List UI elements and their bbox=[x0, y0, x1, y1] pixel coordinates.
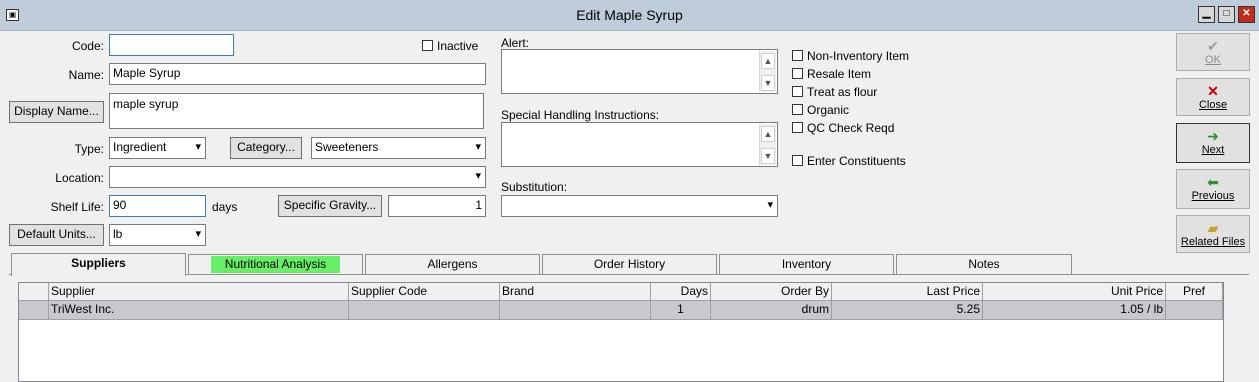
special-handling-label: Special Handling Instructions: bbox=[501, 108, 660, 122]
special-handling-scrollbar[interactable]: ▲ ▼ bbox=[759, 124, 776, 165]
default-units-button[interactable]: Default Units... bbox=[9, 224, 104, 246]
enter-constituents-checkbox[interactable] bbox=[792, 155, 803, 166]
tab-strip-line bbox=[9, 274, 1249, 275]
code-label: Code: bbox=[71, 39, 104, 53]
scroll-down-icon[interactable]: ▼ bbox=[761, 75, 775, 91]
display-name-button[interactable]: Display Name... bbox=[9, 101, 104, 123]
window-close-button[interactable]: ✕ bbox=[1238, 6, 1255, 23]
table-cell-last-price[interactable]: 5.25 bbox=[832, 301, 983, 320]
category-button[interactable]: Category... bbox=[230, 137, 302, 159]
specific-gravity-button[interactable]: Specific Gravity... bbox=[278, 195, 382, 217]
column-header-pref[interactable]: Pref bbox=[1166, 283, 1223, 301]
table-cell-brand[interactable] bbox=[500, 301, 651, 320]
inactive-checkbox[interactable] bbox=[422, 40, 433, 51]
organic-label: Organic bbox=[807, 103, 850, 117]
row-selector[interactable] bbox=[19, 301, 49, 320]
scroll-up-icon[interactable]: ▲ bbox=[761, 53, 775, 69]
alert-scrollbar[interactable]: ▲ ▼ bbox=[759, 51, 776, 92]
ok-button[interactable]: ✔ OK bbox=[1176, 33, 1250, 71]
qc-check-label: QC Check Reqd bbox=[807, 121, 895, 135]
qc-check-checkbox[interactable] bbox=[792, 122, 803, 133]
scroll-up-icon[interactable]: ▲ bbox=[761, 126, 775, 142]
resale-item-label: Resale Item bbox=[807, 67, 872, 81]
substitution-select[interactable]: ▾ bbox=[501, 195, 778, 217]
default-units-select[interactable]: lb ▾ bbox=[109, 224, 206, 246]
special-handling-textarea[interactable]: ▲ ▼ bbox=[501, 122, 778, 167]
close-x-icon: ✕ bbox=[1207, 83, 1219, 99]
tab-inventory[interactable]: Inventory bbox=[719, 254, 894, 274]
column-header-brand[interactable]: Brand bbox=[500, 283, 651, 301]
column-header-last-price[interactable]: Last Price bbox=[832, 283, 983, 301]
resale-item-checkbox[interactable] bbox=[792, 68, 803, 79]
alert-textarea[interactable]: ▲ ▼ bbox=[501, 49, 778, 94]
non-inventory-label: Non-Inventory Item bbox=[807, 49, 910, 63]
previous-arrow-icon: ⬅ bbox=[1207, 174, 1219, 190]
title-bar: ▣ Edit Maple Syrup ▁ □ ✕ bbox=[0, 0, 1259, 31]
minimize-button[interactable]: ▁ bbox=[1198, 6, 1215, 23]
next-arrow-icon: ➜ bbox=[1207, 128, 1219, 144]
shelf-life-input[interactable]: 90 bbox=[109, 195, 206, 217]
alert-label: Alert: bbox=[501, 36, 530, 50]
table-cell-supplier[interactable]: TriWest Inc. bbox=[49, 301, 349, 320]
scroll-down-icon[interactable]: ▼ bbox=[761, 148, 775, 164]
category-select[interactable]: Sweeteners ▾ bbox=[311, 137, 486, 159]
tab-allergens[interactable]: Allergens bbox=[365, 254, 540, 274]
tab-suppliers[interactable]: Suppliers bbox=[11, 253, 186, 276]
table-cell-pref[interactable] bbox=[1166, 301, 1223, 320]
treat-as-flour-checkbox[interactable] bbox=[792, 86, 803, 97]
treat-as-flour-label: Treat as flour bbox=[807, 85, 878, 99]
previous-button[interactable]: ⬅ Previous bbox=[1176, 169, 1250, 209]
shelf-life-unit: days bbox=[212, 200, 238, 214]
table-cell-days[interactable]: 1 bbox=[651, 301, 711, 320]
name-label: Name: bbox=[68, 68, 104, 82]
maximize-button[interactable]: □ bbox=[1218, 6, 1235, 23]
close-button[interactable]: ✕ Close bbox=[1176, 78, 1250, 116]
organic-checkbox[interactable] bbox=[792, 104, 803, 115]
suppliers-grid[interactable]: Supplier Supplier Code Brand Days Order … bbox=[18, 282, 1224, 382]
column-header-supplier-code[interactable]: Supplier Code bbox=[349, 283, 500, 301]
location-select[interactable]: ▾ bbox=[109, 166, 486, 188]
name-input[interactable]: Maple Syrup bbox=[109, 63, 486, 85]
table-cell-supplier-code[interactable] bbox=[349, 301, 500, 320]
type-label: Type: bbox=[74, 142, 104, 156]
tab-notes[interactable]: Notes bbox=[896, 254, 1072, 274]
enter-constituents-label: Enter Constituents bbox=[807, 154, 906, 168]
nutritional-analysis-label: Nutritional Analysis bbox=[210, 256, 341, 273]
chevron-down-icon: ▾ bbox=[767, 199, 773, 211]
type-select[interactable]: Ingredient ▾ bbox=[109, 137, 206, 159]
column-header-supplier[interactable]: Supplier bbox=[49, 283, 349, 301]
chevron-down-icon: ▾ bbox=[195, 228, 201, 240]
window-title: Edit Maple Syrup bbox=[576, 7, 683, 23]
substitution-label: Substitution: bbox=[501, 180, 568, 194]
grid-corner bbox=[19, 283, 49, 301]
type-select-value: Ingredient bbox=[113, 140, 167, 154]
location-label: Location: bbox=[55, 171, 104, 185]
default-units-value: lb bbox=[113, 227, 123, 241]
code-input[interactable] bbox=[109, 34, 234, 56]
related-files-button[interactable]: ▰ Related Files bbox=[1176, 215, 1250, 253]
chevron-down-icon: ▾ bbox=[475, 141, 481, 153]
category-select-value: Sweeteners bbox=[315, 140, 379, 154]
chevron-down-icon: ▾ bbox=[195, 141, 201, 153]
folder-icon: ▰ bbox=[1207, 220, 1219, 236]
chevron-down-icon: ▾ bbox=[475, 170, 481, 182]
tab-order-history[interactable]: Order History bbox=[542, 254, 717, 274]
shelf-life-label: Shelf Life: bbox=[50, 200, 104, 214]
table-cell-unit-price[interactable]: 1.05 / lb bbox=[983, 301, 1166, 320]
next-button[interactable]: ➜ Next bbox=[1176, 123, 1250, 163]
inactive-label: Inactive bbox=[437, 39, 479, 53]
tab-nutritional-analysis[interactable]: Nutritional Analysis bbox=[188, 254, 363, 274]
column-header-unit-price[interactable]: Unit Price bbox=[983, 283, 1166, 301]
specific-gravity-input[interactable]: 1 bbox=[388, 195, 486, 217]
check-icon: ✔ bbox=[1207, 38, 1219, 54]
column-header-days[interactable]: Days bbox=[651, 283, 711, 301]
table-cell-order-by[interactable]: drum bbox=[711, 301, 832, 320]
column-header-order-by[interactable]: Order By bbox=[711, 283, 832, 301]
non-inventory-checkbox[interactable] bbox=[792, 50, 803, 61]
display-name-input[interactable]: maple syrup bbox=[109, 93, 484, 129]
